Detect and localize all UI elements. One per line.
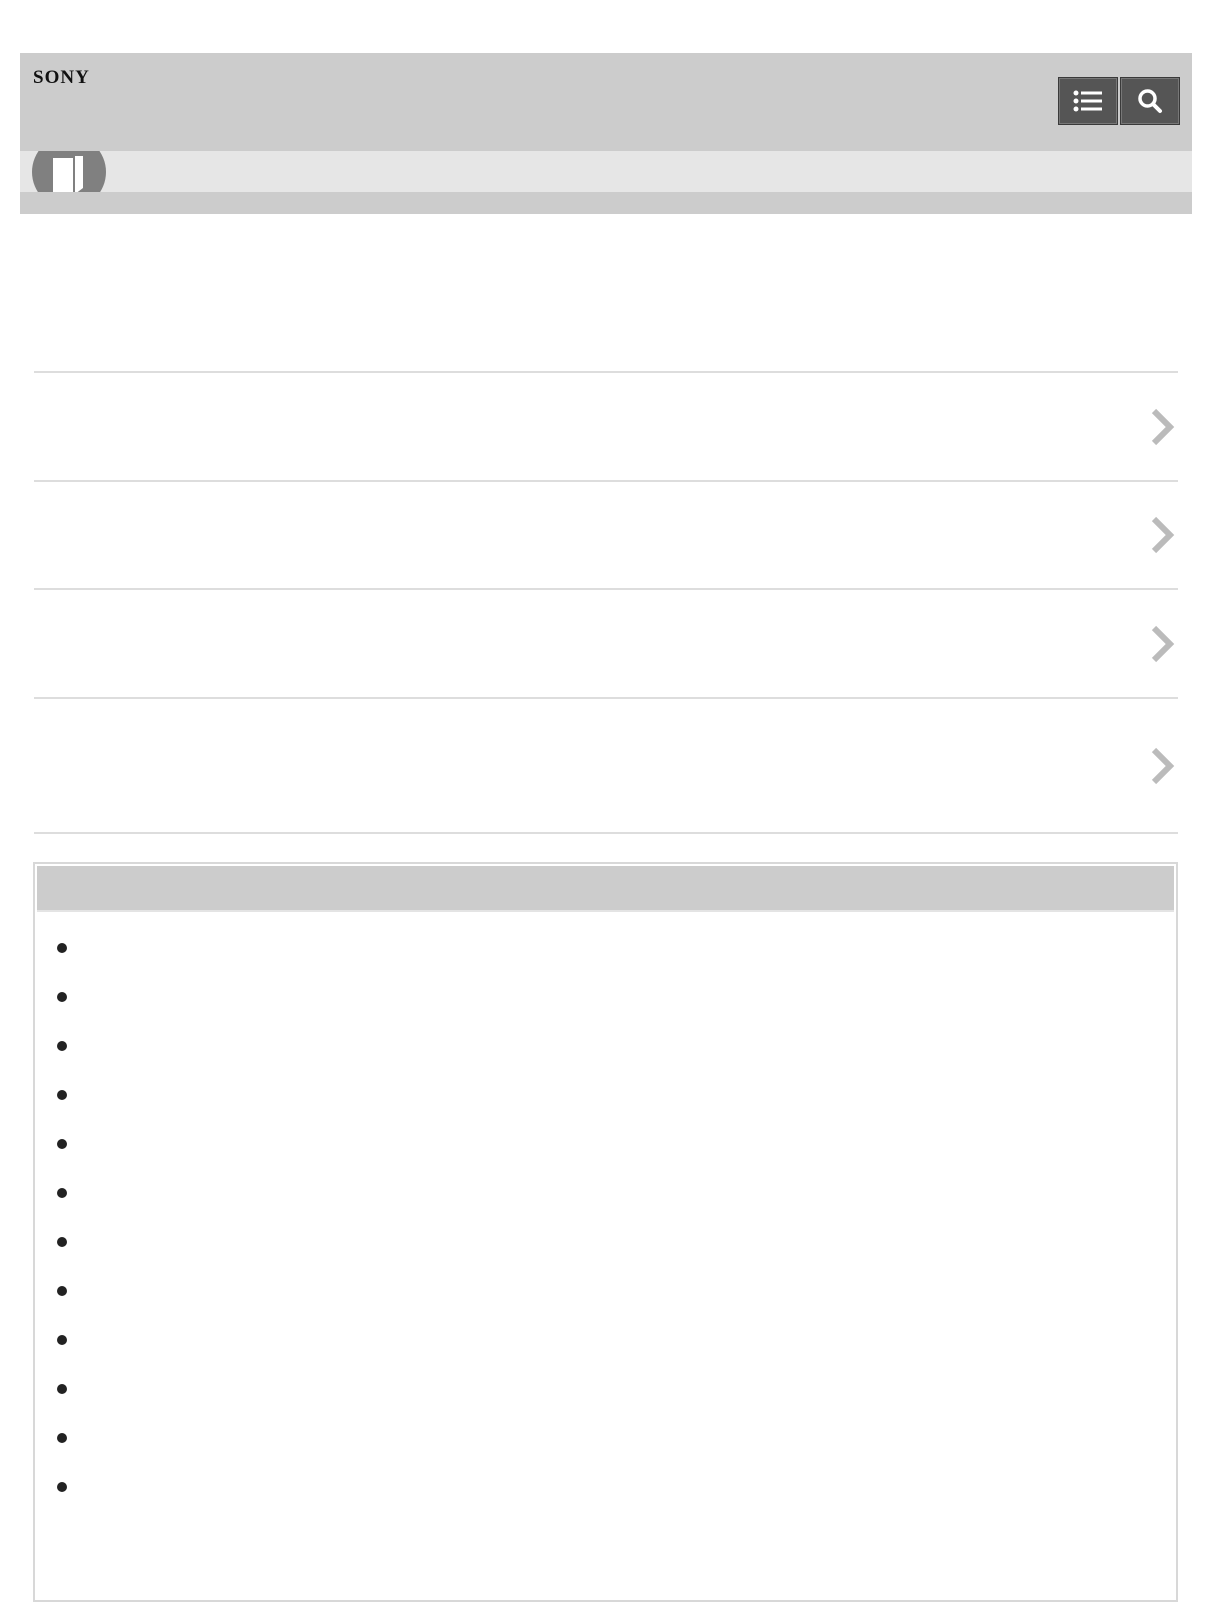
chevron-right-icon xyxy=(1151,747,1175,784)
bullet-icon xyxy=(57,1139,67,1149)
list-item[interactable] xyxy=(35,1465,1176,1514)
bullet-icon xyxy=(57,1041,67,1051)
panel-title xyxy=(37,866,1174,912)
list-item[interactable] xyxy=(35,1220,1176,1269)
topic-row-3[interactable] xyxy=(34,588,1178,697)
bullet-icon xyxy=(57,1286,67,1296)
list-icon xyxy=(1073,90,1102,112)
list-item[interactable] xyxy=(35,1122,1176,1171)
bullet-icon xyxy=(57,1433,67,1443)
topic-list xyxy=(34,371,1178,834)
bullet-icon xyxy=(57,1335,67,1345)
bullet-icon xyxy=(57,992,67,1002)
related-topics-panel xyxy=(33,862,1178,1602)
chevron-right-icon xyxy=(1151,516,1175,554)
bullet-icon xyxy=(57,1237,67,1247)
bullet-icon xyxy=(57,1188,67,1198)
bullet-icon xyxy=(57,1482,67,1492)
bullet-list xyxy=(35,926,1176,1514)
bullet-icon xyxy=(57,943,67,953)
sony-logo[interactable]: SONY xyxy=(33,67,90,89)
list-item[interactable] xyxy=(35,1367,1176,1416)
list-item[interactable] xyxy=(35,1318,1176,1367)
list-item[interactable] xyxy=(35,926,1176,975)
list-item[interactable] xyxy=(35,1024,1176,1073)
sub-header-bar xyxy=(20,151,1192,192)
header-button-group xyxy=(1058,77,1180,125)
list-divider xyxy=(34,832,1178,834)
topic-row-4[interactable] xyxy=(34,697,1178,832)
list-item[interactable] xyxy=(35,1073,1176,1122)
list-item[interactable] xyxy=(35,1171,1176,1220)
book-badge xyxy=(32,151,106,192)
list-item[interactable] xyxy=(35,1416,1176,1465)
bullet-icon xyxy=(57,1090,67,1100)
topic-row-1[interactable] xyxy=(34,371,1178,480)
list-item[interactable] xyxy=(35,1269,1176,1318)
list-item[interactable] xyxy=(35,975,1176,1024)
site-header: SONY xyxy=(20,53,1192,214)
book-icon xyxy=(53,156,83,192)
chevron-right-icon xyxy=(1151,408,1175,445)
table-of-contents-button[interactable] xyxy=(1058,77,1118,125)
topic-row-2[interactable] xyxy=(34,480,1178,588)
search-icon xyxy=(1138,89,1162,113)
chevron-right-icon xyxy=(1151,625,1175,662)
bullet-icon xyxy=(57,1384,67,1394)
search-button[interactable] xyxy=(1120,77,1180,125)
